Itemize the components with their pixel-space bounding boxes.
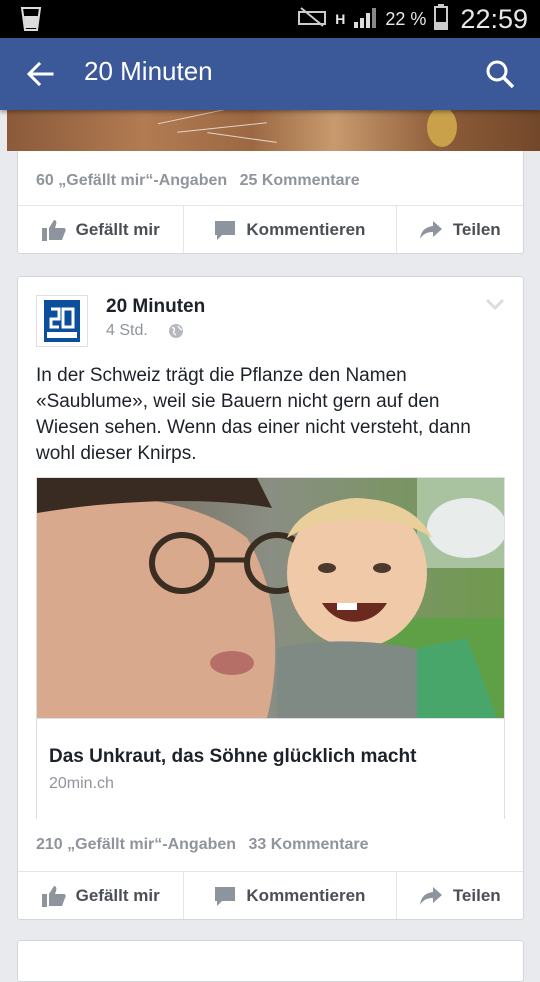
search-icon[interactable] bbox=[484, 58, 516, 90]
page-name[interactable]: 20 Minuten bbox=[106, 296, 205, 318]
battery-icon bbox=[434, 3, 449, 35]
chevron-down-icon[interactable] bbox=[485, 297, 505, 316]
share-label: Teilen bbox=[452, 885, 501, 905]
likes-count[interactable]: 210 „Gefällt mir“-Angaben bbox=[36, 836, 236, 853]
comment-label: Kommentieren bbox=[246, 219, 366, 239]
app-bar: 20 Minuten bbox=[0, 38, 540, 110]
20-minuten-logo bbox=[44, 300, 80, 342]
battery-percent: 22 % bbox=[385, 8, 427, 29]
cup-notification-icon bbox=[20, 6, 42, 37]
comment-button[interactable]: Kommentieren bbox=[184, 872, 397, 919]
thumbs-up-icon bbox=[41, 219, 66, 241]
post-card-previous: 60 „Gefällt mir“-Angaben 25 Kommentare G… bbox=[7, 100, 540, 254]
globe-icon bbox=[168, 323, 184, 344]
ring-detail bbox=[427, 107, 457, 147]
share-button[interactable]: Teilen bbox=[397, 872, 524, 919]
status-bar: H 22 % 22:59 bbox=[0, 0, 540, 38]
comments-count[interactable]: 33 Kommentare bbox=[249, 836, 369, 853]
link-domain: 20min.ch bbox=[49, 775, 114, 792]
mute-icon bbox=[297, 6, 327, 33]
like-button[interactable]: Gefällt mir bbox=[18, 206, 185, 253]
post-card: 20 Minuten 4 Std. In der Schweiz trägt d… bbox=[17, 276, 524, 920]
post-stats[interactable]: 210 „Gefällt mir“-Angaben 33 Kommentare bbox=[36, 836, 377, 854]
comment-button[interactable]: Kommentieren bbox=[184, 206, 397, 253]
signal-icon bbox=[353, 6, 377, 33]
comment-icon bbox=[215, 220, 236, 240]
link-title[interactable]: Das Unkraut, das Söhne glücklich macht bbox=[49, 746, 416, 768]
comment-label: Kommentieren bbox=[246, 885, 366, 905]
action-bar: Gefällt mir Kommentieren Teilen bbox=[18, 205, 523, 253]
thumbs-up-icon bbox=[41, 885, 66, 907]
share-label: Teilen bbox=[452, 219, 501, 239]
page-avatar[interactable] bbox=[36, 295, 88, 347]
network-type: H bbox=[335, 11, 346, 27]
post-timestamp[interactable]: 4 Std. bbox=[106, 322, 148, 340]
post-stats[interactable]: 60 „Gefällt mir“-Angaben 25 Kommentare bbox=[36, 172, 368, 190]
action-bar: Gefällt mir Kommentieren Teilen bbox=[18, 871, 523, 919]
share-arrow-icon bbox=[419, 886, 442, 905]
page-title: 20 Minuten bbox=[84, 56, 213, 86]
like-label: Gefällt mir bbox=[75, 219, 160, 239]
share-button[interactable]: Teilen bbox=[397, 206, 524, 253]
link-preview-image[interactable] bbox=[37, 478, 504, 718]
link-preview[interactable]: Das Unkraut, das Söhne glücklich macht 2… bbox=[36, 477, 505, 819]
share-arrow-icon bbox=[419, 220, 442, 239]
likes-count[interactable]: 60 „Gefällt mir“-Angaben bbox=[36, 172, 227, 189]
link-meta[interactable]: Das Unkraut, das Söhne glücklich macht 2… bbox=[37, 718, 504, 819]
post-card-next bbox=[17, 940, 524, 982]
back-arrow-icon[interactable] bbox=[24, 58, 60, 90]
like-button[interactable]: Gefällt mir bbox=[18, 872, 185, 919]
clock: 22:59 bbox=[460, 3, 528, 34]
comment-icon bbox=[215, 886, 236, 906]
comments-count[interactable]: 25 Kommentare bbox=[240, 172, 360, 189]
post-text: In der Schweiz trägt die Pflanze den Nam… bbox=[36, 365, 471, 464]
like-label: Gefällt mir bbox=[75, 885, 160, 905]
